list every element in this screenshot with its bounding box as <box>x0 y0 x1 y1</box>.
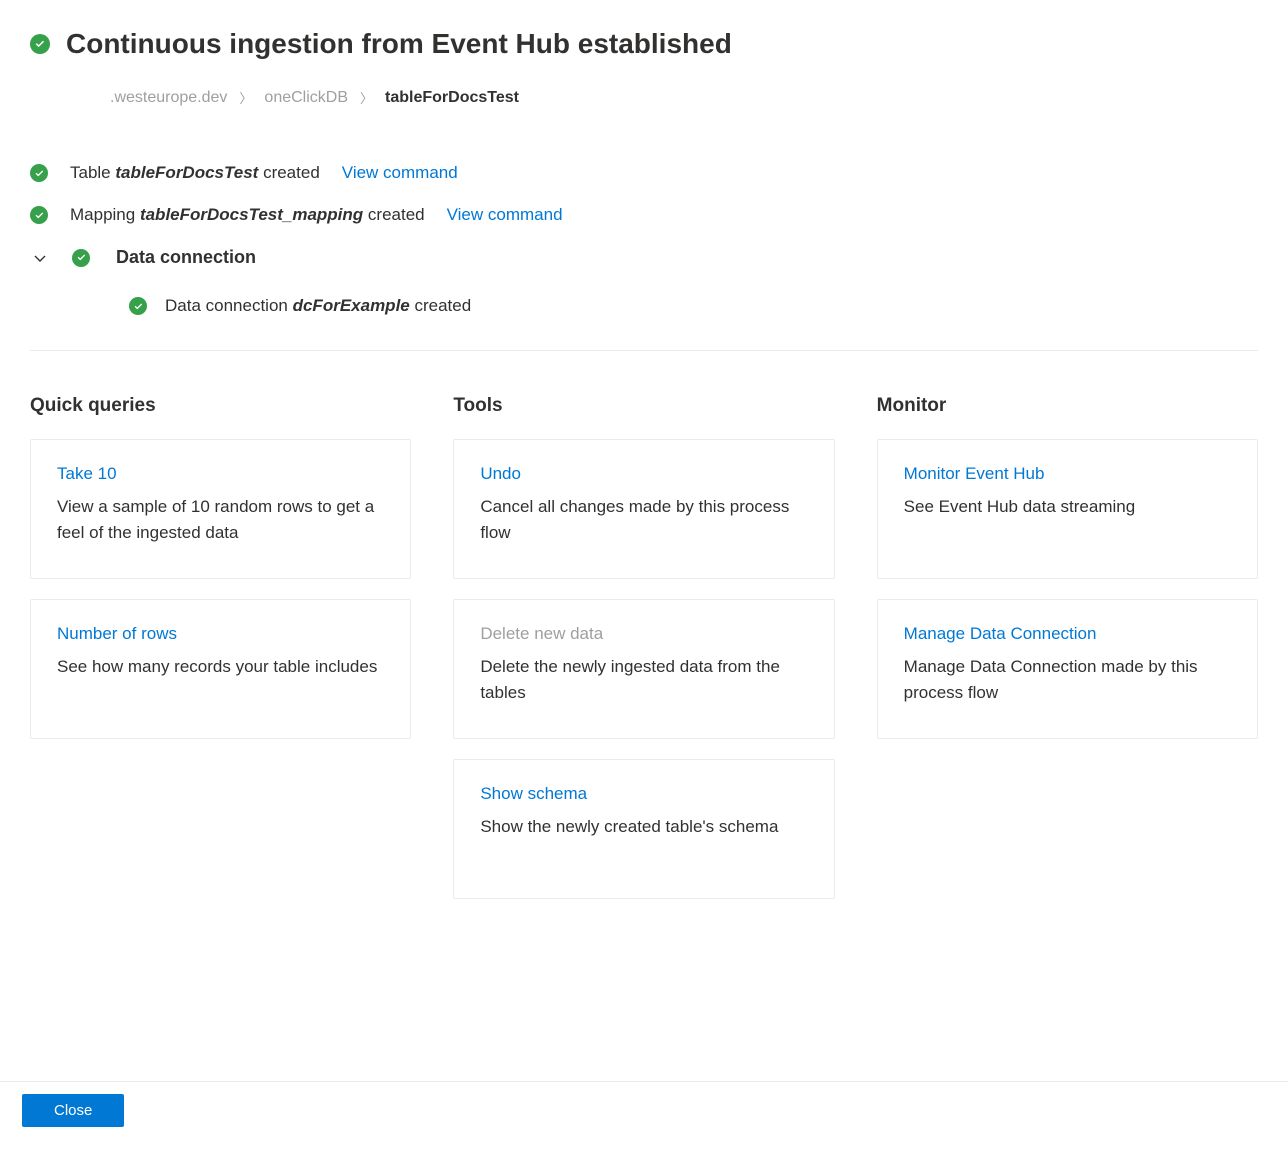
col-quick-queries: Quick queries Take 10 View a sample of 1… <box>30 395 411 919</box>
page-title: Continuous ingestion from Event Hub esta… <box>66 28 732 60</box>
status-table-prefix: Table <box>70 163 115 182</box>
card-desc: View a sample of 10 random rows to get a… <box>57 494 384 545</box>
data-connection-heading: Data connection <box>116 247 256 268</box>
divider <box>30 350 1258 351</box>
card-desc: Manage Data Connection made by this proc… <box>904 654 1231 705</box>
col-tools: Tools Undo Cancel all changes made by th… <box>453 395 834 919</box>
quick-queries-heading: Quick queries <box>30 395 411 417</box>
card-title[interactable]: Manage Data Connection <box>904 624 1231 644</box>
data-connection-suffix: created <box>410 296 471 315</box>
success-icon <box>72 249 90 267</box>
card-delete-new-data: Delete new data Delete the newly ingeste… <box>453 599 834 739</box>
status-table-created: Table tableForDocsTest created View comm… <box>30 163 1258 183</box>
card-manage-data-connection[interactable]: Manage Data Connection Manage Data Conne… <box>877 599 1258 739</box>
card-title[interactable]: Show schema <box>480 784 807 804</box>
view-command-link[interactable]: View command <box>447 205 563 225</box>
card-title[interactable]: Undo <box>480 464 807 484</box>
chevron-down-icon[interactable] <box>30 250 50 266</box>
tools-heading: Tools <box>453 395 834 417</box>
status-mapping-name: tableForDocsTest_mapping <box>140 205 363 224</box>
card-title[interactable]: Number of rows <box>57 624 384 644</box>
status-mapping-suffix: created <box>363 205 424 224</box>
card-desc: See how many records your table includes <box>57 654 384 680</box>
card-desc: Delete the newly ingested data from the … <box>480 654 807 705</box>
success-icon <box>129 297 147 315</box>
success-icon <box>30 34 50 54</box>
card-monitor-event-hub[interactable]: Monitor Event Hub See Event Hub data str… <box>877 439 1258 579</box>
status-table-name: tableForDocsTest <box>115 163 258 182</box>
success-icon <box>30 206 48 224</box>
card-desc: Cancel all changes made by this process … <box>480 494 807 545</box>
data-connection-name: dcForExample <box>293 296 410 315</box>
card-title: Delete new data <box>480 624 807 644</box>
breadcrumb: .westeurope.dev 〉 oneClickDB 〉 tableForD… <box>110 88 1258 107</box>
columns: Quick queries Take 10 View a sample of 1… <box>30 395 1258 919</box>
card-number-of-rows[interactable]: Number of rows See how many records your… <box>30 599 411 739</box>
monitor-heading: Monitor <box>877 395 1258 417</box>
status-mapping-prefix: Mapping <box>70 205 140 224</box>
status-mapping-created: Mapping tableForDocsTest_mapping created… <box>30 205 1258 225</box>
view-command-link[interactable]: View command <box>342 163 458 183</box>
card-desc: See Event Hub data streaming <box>904 494 1231 520</box>
footer: Close <box>0 1081 1288 1127</box>
status-table-text: Table tableForDocsTest created <box>70 163 320 183</box>
breadcrumb-database[interactable]: oneClickDB <box>264 89 348 107</box>
data-connection-sub-row: Data connection dcForExample created <box>129 296 1258 316</box>
chevron-right-icon: 〉 <box>360 88 373 107</box>
breadcrumb-table: tableForDocsTest <box>385 89 519 107</box>
card-desc: Show the newly created table's schema <box>480 814 807 840</box>
header-row: Continuous ingestion from Event Hub esta… <box>30 28 1258 60</box>
breadcrumb-cluster[interactable]: .westeurope.dev <box>110 89 227 107</box>
data-connection-row[interactable]: Data connection <box>30 247 1258 268</box>
data-connection-created-text: Data connection dcForExample created <box>165 296 471 316</box>
card-take-10[interactable]: Take 10 View a sample of 10 random rows … <box>30 439 411 579</box>
status-table-suffix: created <box>258 163 319 182</box>
status-mapping-text: Mapping tableForDocsTest_mapping created <box>70 205 425 225</box>
success-icon <box>30 164 48 182</box>
chevron-right-icon: 〉 <box>239 88 252 107</box>
card-undo[interactable]: Undo Cancel all changes made by this pro… <box>453 439 834 579</box>
data-connection-prefix: Data connection <box>165 296 293 315</box>
card-title[interactable]: Monitor Event Hub <box>904 464 1231 484</box>
status-list: Table tableForDocsTest created View comm… <box>30 163 1258 316</box>
card-show-schema[interactable]: Show schema Show the newly created table… <box>453 759 834 899</box>
col-monitor: Monitor Monitor Event Hub See Event Hub … <box>877 395 1258 919</box>
card-title[interactable]: Take 10 <box>57 464 384 484</box>
close-button[interactable]: Close <box>22 1094 124 1127</box>
